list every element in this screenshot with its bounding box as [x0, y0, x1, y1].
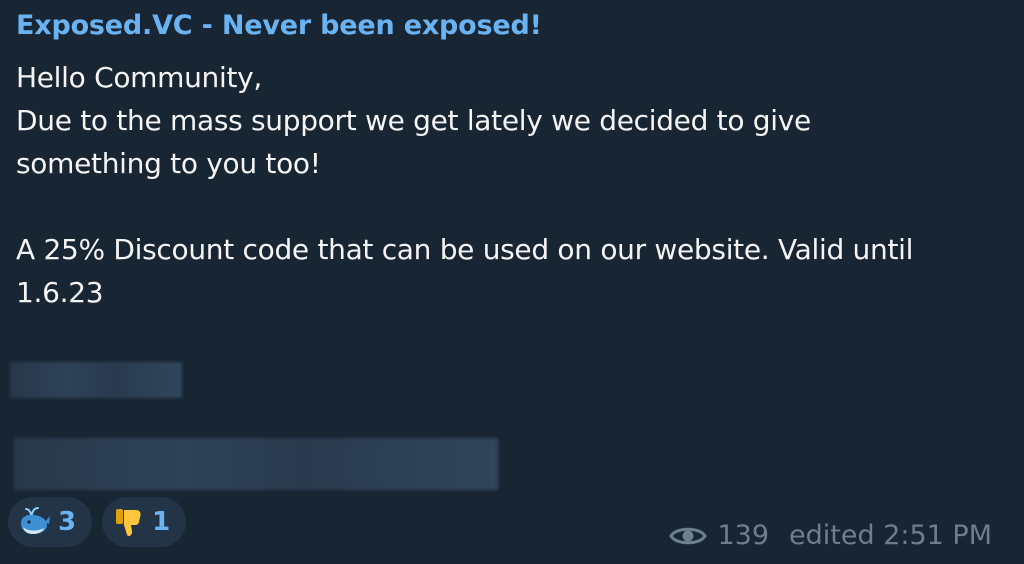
message-meta: 139 edited 2:51 PM — [669, 520, 992, 551]
message-text: Hello Community, Due to the mass support… — [16, 56, 976, 314]
message-line: something to you too! — [16, 147, 321, 180]
message-bubble: Exposed.VC - Never been exposed! Hello C… — [0, 0, 1024, 564]
thumbs-down-icon — [116, 509, 141, 536]
reaction-count: 3 — [58, 507, 77, 537]
reaction-count: 1 — [152, 507, 171, 537]
reactions-bar: 3 1 — [8, 497, 187, 547]
reaction-whale[interactable]: 3 — [8, 497, 93, 547]
sender-name[interactable]: Exposed.VC - Never been exposed! — [16, 10, 542, 41]
whale-icon — [21, 507, 50, 534]
message-line: Due to the mass support we get lately we… — [16, 104, 811, 137]
reaction-thumbs-down[interactable]: 1 — [102, 497, 187, 547]
message-line: A 25% Discount code that can be used on … — [16, 233, 914, 266]
view-count: 139 — [717, 520, 770, 551]
redacted-text-block — [10, 362, 182, 398]
redacted-text-block — [14, 438, 498, 490]
edited-timestamp: edited 2:51 PM — [789, 520, 992, 551]
message-line: Hello Community, — [16, 61, 263, 94]
eye-icon — [669, 527, 708, 544]
message-line: 1.6.23 — [16, 276, 104, 309]
